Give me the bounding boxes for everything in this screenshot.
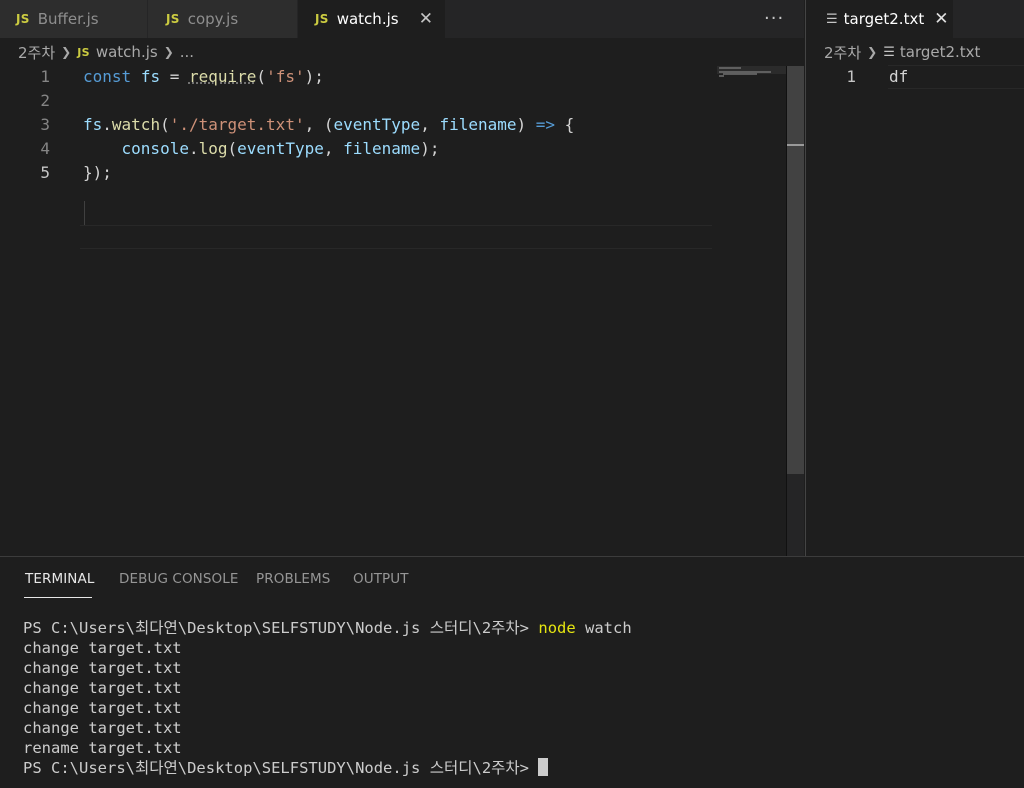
- breadcrumb: 2주차 ❯ JS watch.js ❯ ...: [18, 39, 194, 65]
- tab-output[interactable]: OUTPUT: [353, 571, 409, 587]
- minimap-slider[interactable]: [717, 66, 787, 74]
- close-icon[interactable]: ✕: [419, 9, 433, 29]
- terminal-output-line: change target.txt: [23, 639, 182, 657]
- file-lines-icon: ☰: [883, 44, 895, 60]
- code-line-1: const fs = require('fs');: [83, 67, 324, 86]
- code-line-5: });: [83, 163, 112, 182]
- current-line-highlight: [888, 65, 1024, 89]
- terminal-output-line: change target.txt: [23, 699, 182, 717]
- breadcrumb-folder[interactable]: 2주차: [18, 42, 55, 63]
- code-line-3: fs.watch('./target.txt', (eventType, fil…: [83, 115, 575, 134]
- text-editor-right[interactable]: 1 df: [806, 65, 1024, 555]
- right-editor-group: ☰ target2.txt ✕ 2주차 ❯ ☰ target2.txt 1 df: [805, 0, 1024, 556]
- breadcrumb-file[interactable]: watch.js: [96, 43, 158, 61]
- terminal-cursor: [538, 758, 549, 776]
- text-line-1: df: [889, 67, 909, 86]
- tab-label: watch.js: [336, 10, 399, 28]
- tab-target2-txt[interactable]: ☰ target2.txt ✕: [806, 0, 954, 38]
- line-number: 2: [40, 91, 50, 110]
- terminal-line: PS C:\Users\최다연\Desktop\SELFSTUDY\Node.j…: [23, 618, 632, 638]
- js-file-icon: JS: [16, 12, 30, 26]
- js-file-icon: JS: [166, 12, 180, 26]
- tab-watch-js[interactable]: JS watch.js ✕: [298, 0, 446, 38]
- bottom-panel: TERMINAL DEBUG CONSOLE PROBLEMS OUTPUT P…: [0, 556, 1024, 788]
- terminal-output-line: change target.txt: [23, 719, 182, 737]
- code-editor[interactable]: 1 2 3 4 5 const fs = require('fs'); fs.w…: [0, 65, 787, 555]
- code-line-4: console.log(eventType, filename);: [121, 139, 440, 158]
- line-number: 3: [40, 115, 50, 134]
- tab-label: copy.js: [187, 10, 239, 28]
- tab-copy-js[interactable]: JS copy.js: [148, 0, 298, 38]
- terminal-output-line: change target.txt: [23, 679, 182, 697]
- chevron-right-icon: ❯: [867, 45, 878, 59]
- terminal-prompt: PS C:\Users\최다연\Desktop\SELFSTUDY\Node.j…: [23, 619, 539, 637]
- left-editor-group: JS Buffer.js JS copy.js JS watch.js ✕ ··…: [0, 0, 804, 556]
- terminal-output-line: rename target.txt: [23, 739, 182, 757]
- active-tab-indicator: [24, 597, 92, 598]
- vertical-scrollbar-thumb[interactable]: [787, 66, 804, 474]
- terminal-prompt: PS C:\Users\최다연\Desktop\SELFSTUDY\Node.j…: [23, 759, 539, 777]
- indent-guide: [84, 201, 85, 225]
- js-file-icon: JS: [77, 45, 90, 59]
- file-lines-icon: ☰: [826, 11, 838, 27]
- terminal-command: node: [538, 619, 576, 637]
- line-number: 1: [846, 67, 856, 86]
- terminal-command-arg: watch: [575, 619, 632, 637]
- editor-tab-bar-right: ☰ target2.txt ✕: [806, 0, 1024, 38]
- terminal-input-line[interactable]: PS C:\Users\최다연\Desktop\SELFSTUDY\Node.j…: [23, 758, 549, 778]
- line-number: 1: [40, 67, 50, 86]
- chevron-right-icon: ❯: [163, 45, 174, 59]
- breadcrumb-file[interactable]: target2.txt: [900, 43, 981, 61]
- line-number: 4: [40, 139, 50, 158]
- current-line-highlight: [80, 225, 712, 249]
- more-actions-icon[interactable]: ···: [764, 8, 784, 29]
- js-file-icon: JS: [315, 12, 329, 26]
- close-icon[interactable]: ✕: [934, 9, 948, 29]
- breadcrumb-right: 2주차 ❯ ☰ target2.txt: [824, 39, 980, 65]
- breadcrumb-ellipsis[interactable]: ...: [180, 43, 194, 61]
- terminal-output-line: change target.txt: [23, 659, 182, 677]
- tab-buffer-js[interactable]: JS Buffer.js: [0, 0, 148, 38]
- editor-tab-bar: JS Buffer.js JS copy.js JS watch.js ✕ ··…: [0, 0, 804, 38]
- tab-debug-console[interactable]: DEBUG CONSOLE: [119, 571, 239, 587]
- cursor-position-marker: [787, 144, 804, 146]
- chevron-right-icon: ❯: [61, 45, 72, 59]
- tab-label: Buffer.js: [37, 10, 99, 28]
- breadcrumb-folder[interactable]: 2주차: [824, 42, 861, 63]
- tab-problems[interactable]: PROBLEMS: [256, 571, 330, 587]
- tab-label: target2.txt: [843, 10, 925, 28]
- line-number: 5: [40, 163, 50, 182]
- tab-terminal[interactable]: TERMINAL: [25, 571, 94, 587]
